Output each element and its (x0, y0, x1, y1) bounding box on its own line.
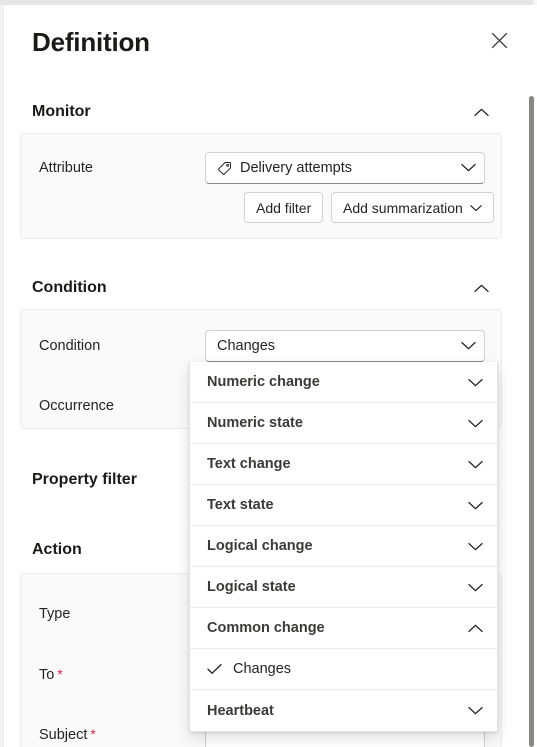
chevron-down-icon[interactable] (468, 378, 483, 387)
condition-combobox[interactable]: Changes (205, 330, 485, 362)
dropdown-option-label: Heartbeat (207, 702, 274, 719)
required-marker: * (90, 725, 96, 742)
add-summarization-label: Add summarization (343, 199, 463, 216)
dropdown-option-label: Common change (207, 620, 325, 636)
field-label-subject-text: Subject (39, 726, 88, 743)
dropdown-option-label: Text change (207, 456, 291, 472)
dropdown-option-text-state[interactable]: Text state (190, 485, 497, 526)
chevron-down-icon[interactable] (461, 337, 476, 355)
monitor-card: Attribute Delivery attempts Add filter A… (20, 133, 502, 239)
chevron-down-icon[interactable] (470, 204, 482, 212)
chevron-down-icon[interactable] (468, 706, 483, 715)
attribute-combobox[interactable]: Delivery attempts (205, 152, 485, 184)
dropdown-option-label: Numeric change (207, 374, 320, 390)
dropdown-option-label: Numeric state (207, 415, 303, 431)
dropdown-option-logical-change[interactable]: Logical change (190, 526, 497, 567)
dropdown-option-label: Logical state (207, 579, 296, 595)
chevron-down-icon[interactable] (468, 542, 483, 551)
page-title: Definition (32, 27, 150, 57)
chevron-down-icon[interactable] (468, 583, 483, 592)
close-button[interactable] (483, 24, 515, 56)
field-label-to-text: To (39, 666, 55, 683)
close-icon (491, 32, 508, 49)
add-summarization-button[interactable]: Add summarization (331, 192, 494, 223)
section-header-condition[interactable]: Condition (32, 271, 494, 305)
dropdown-option-heartbeat[interactable]: Heartbeat (190, 690, 497, 731)
field-label-subject: Subject * (39, 726, 96, 743)
section-title-monitor: Monitor (32, 103, 91, 120)
section-header-monitor[interactable]: Monitor (32, 95, 494, 129)
dropdown-option-label: Changes (233, 661, 292, 677)
add-filter-label: Add filter (256, 199, 312, 216)
add-summarization-label-wrap[interactable]: Add summarization (331, 192, 494, 223)
field-label-attribute: Attribute (39, 160, 93, 176)
field-label-type: Type (39, 606, 71, 622)
dropdown-option-logical-state[interactable]: Logical state (190, 567, 497, 608)
vertical-scrollbar-thumb[interactable] (529, 96, 534, 747)
dropdown-option-label: Logical change (207, 538, 313, 554)
definition-panel: Definition Monitor Attribute Delivery at… (0, 0, 537, 747)
chevron-down-icon[interactable] (461, 159, 476, 177)
add-filter-button[interactable]: Add filter (244, 192, 324, 223)
required-marker: * (57, 665, 63, 682)
dropdown-option-numeric-change[interactable]: Numeric change (190, 362, 497, 403)
add-filter-label-wrap[interactable]: Add filter (244, 192, 324, 223)
dropdown-option-common-change[interactable]: Common change (190, 608, 497, 649)
check-icon (207, 663, 233, 675)
section-title-action: Action (32, 541, 82, 558)
chevron-up-icon[interactable] (468, 624, 483, 633)
field-label-to: To * (39, 666, 63, 683)
dropdown-option-numeric-state[interactable]: Numeric state (190, 403, 497, 444)
chevron-up-icon[interactable] (468, 275, 494, 301)
dropdown-option-changes[interactable]: Changes (190, 649, 497, 690)
attribute-value: Delivery attempts (240, 160, 353, 176)
chevron-down-icon[interactable] (468, 460, 483, 469)
field-label-condition: Condition (39, 338, 101, 354)
field-label-occurrence: Occurrence (39, 398, 114, 414)
condition-value: Changes (217, 338, 276, 354)
chevron-down-icon[interactable] (468, 501, 483, 510)
dropdown-option-label: Text state (207, 497, 274, 513)
tag-icon (217, 161, 232, 176)
panel-header: Definition (0, 5, 525, 77)
section-title-property-filter: Property filter (32, 471, 137, 488)
condition-dropdown-list[interactable]: Numeric change Numeric state Text change… (189, 362, 498, 732)
section-title-condition: Condition (32, 279, 107, 296)
dropdown-option-text-change[interactable]: Text change (190, 444, 497, 485)
chevron-down-icon[interactable] (468, 419, 483, 428)
chevron-up-icon[interactable] (468, 99, 494, 125)
